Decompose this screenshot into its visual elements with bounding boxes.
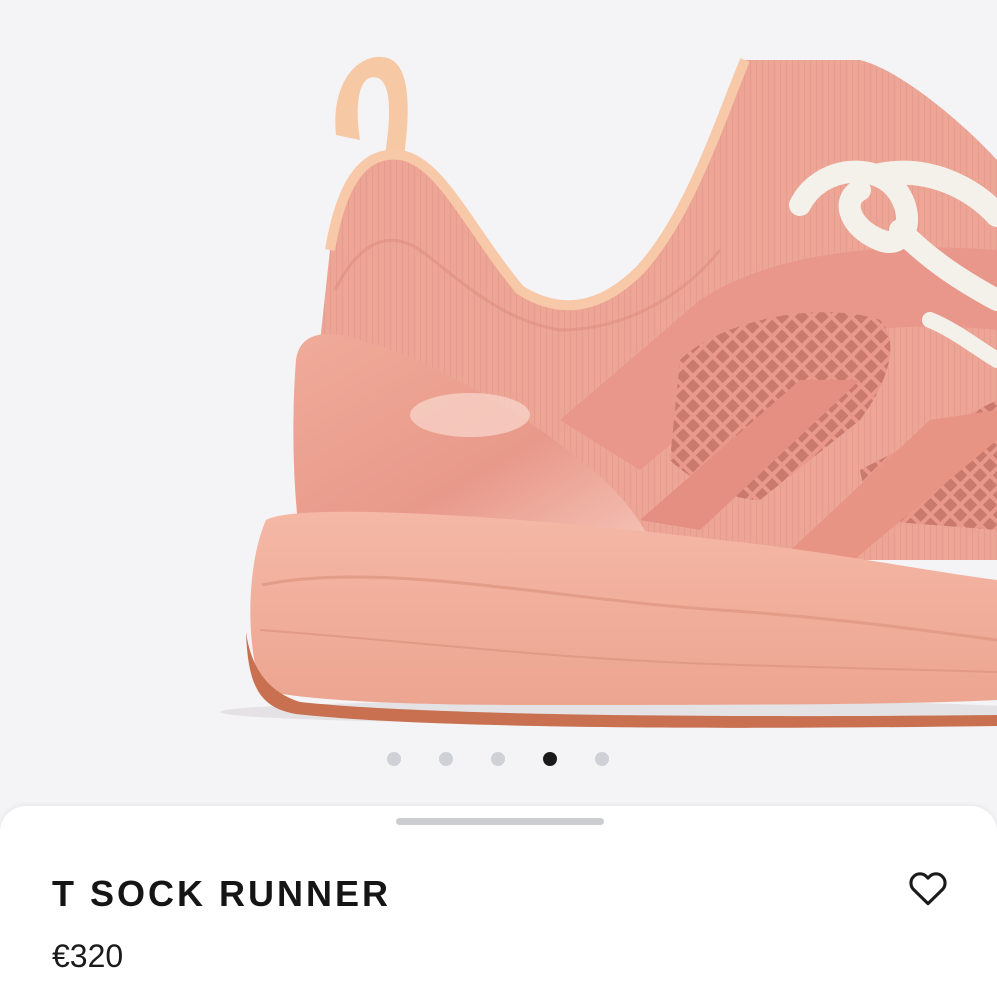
product-info-sheet: T SOCK RUNNER €320 [0, 806, 997, 1000]
sheet-drag-handle[interactable] [396, 818, 604, 825]
gallery-dot-2[interactable] [438, 752, 453, 766]
image-gallery[interactable] [0, 0, 997, 810]
gallery-dot-4-active[interactable] [542, 752, 557, 766]
product-detail-screen: T SOCK RUNNER €320 [0, 0, 997, 1000]
heart-outline-icon[interactable] [906, 866, 950, 910]
gallery-dot-3[interactable] [490, 752, 505, 766]
product-price: €320 [52, 938, 124, 974]
gallery-dot-5[interactable] [594, 752, 609, 766]
sneaker-image [220, 56, 997, 728]
product-title: T SOCK RUNNER [52, 873, 392, 914]
gallery-dot-1[interactable] [386, 752, 401, 766]
gallery-pagination [0, 752, 997, 768]
